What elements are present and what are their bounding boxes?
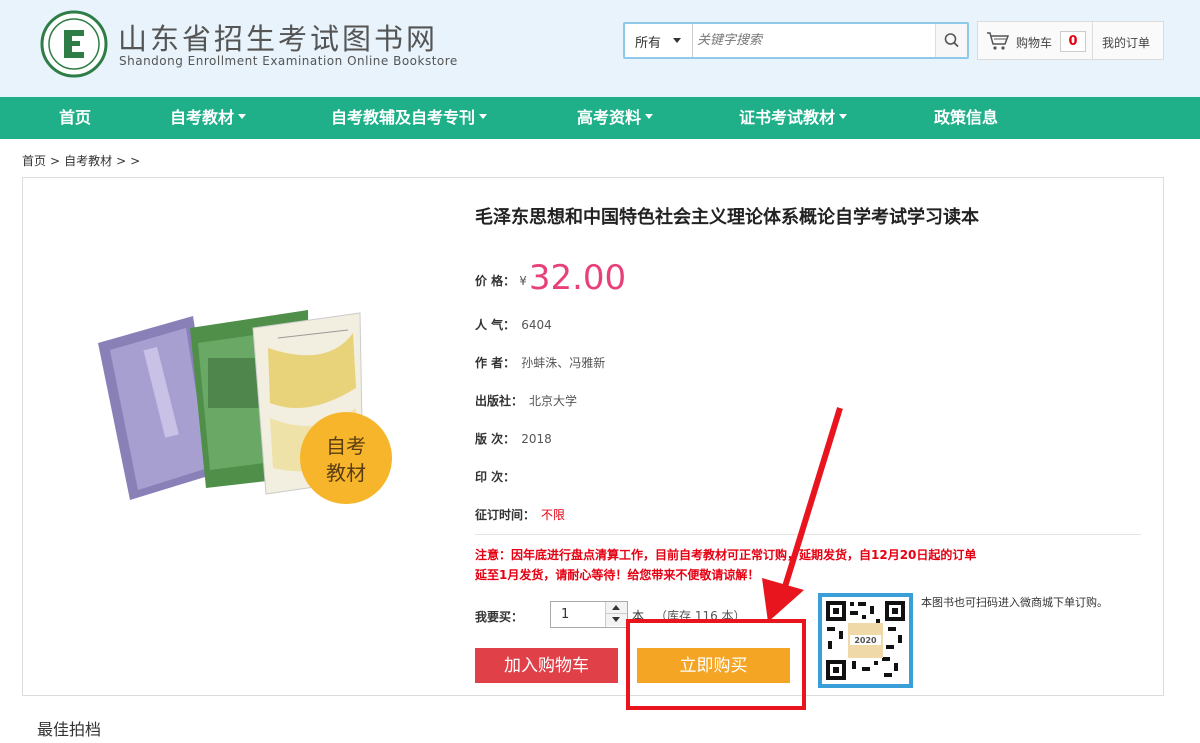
order-time-label: 征订时间： (475, 508, 536, 522)
breadcrumb-separator: > (130, 154, 141, 168)
edition-label: 版 次： (475, 432, 516, 446)
quantity-value[interactable]: 1 (561, 607, 569, 622)
best-match-heading: 最佳拍档 (37, 720, 102, 739)
product-title: 毛泽东思想和中国特色社会主义理论体系概论自学考试学习读本 (475, 207, 979, 228)
printing-label: 印 次： (475, 470, 516, 484)
author-value: 孙蚌洙、冯雅新 (521, 356, 606, 370)
search-button[interactable] (935, 24, 967, 57)
cart-divider (1092, 22, 1093, 59)
book-cover-image: 自考 教材 (98, 310, 392, 504)
chevron-down-icon (238, 114, 247, 119)
nav-item-label: 高考资料 (577, 108, 642, 127)
edition-row: 版 次： 2018 (475, 430, 552, 447)
add-to-cart-button[interactable]: 加入购物车 (475, 648, 618, 683)
printing-row: 印 次： (475, 468, 521, 485)
nav-item-label: 证书考试教材 (739, 108, 836, 127)
publisher-row: 出版社： 北京大学 (475, 392, 577, 409)
chevron-down-icon (673, 38, 681, 43)
publisher-label: 出版社： (475, 394, 524, 408)
cart-count-badge: 0 (1060, 31, 1086, 52)
site-logo-icon[interactable] (40, 10, 108, 78)
chevron-down-icon (645, 114, 654, 119)
cover-badge-line2: 教材 (326, 461, 366, 485)
annotation-highlight-box (626, 619, 806, 710)
site-subtitle: Shandong Enrollment Examination Online B… (119, 54, 458, 68)
qr-caption: 本图书也可扫码进入微商城下单订购。 (921, 596, 1108, 609)
nav-item-label: 政策信息 (934, 108, 999, 127)
search-category-label: 所有 (635, 36, 662, 51)
search-bar: 所有 (623, 22, 969, 59)
popularity-row: 人 气： 6404 (475, 316, 552, 333)
breadcrumb-category[interactable]: 自考教材 (64, 154, 112, 168)
search-icon (944, 33, 959, 48)
author-row: 作 者： 孙蚌洙、冯雅新 (475, 354, 605, 371)
my-orders-link[interactable]: 我的订单 (1102, 34, 1150, 51)
site-header: 山东省招生考试图书网 Shandong Enrollment Examinati… (0, 0, 1200, 97)
nav-item-certificate-textbooks[interactable]: 证书考试教材 (739, 97, 848, 139)
popularity-label: 人 气： (475, 318, 516, 332)
quantity-label: 我要买： (475, 610, 524, 624)
publisher-value: 北京大学 (529, 394, 578, 408)
decrement-arrow-icon[interactable] (606, 614, 627, 626)
price-row: 价 格： ¥32.00 (475, 258, 626, 298)
search-input[interactable] (697, 28, 933, 53)
site-title: 山东省招生考试图书网 (118, 22, 439, 56)
svg-text:2020: 2020 (854, 636, 877, 645)
breadcrumb-separator: > (50, 154, 61, 168)
nav-item-label: 自考教辅及自考专刊 (331, 108, 476, 127)
breadcrumb-home[interactable]: 首页 (22, 154, 46, 168)
nav-item-self-study-textbooks[interactable]: 自考教材 (170, 97, 247, 139)
cover-badge-line1: 自考 (326, 434, 366, 458)
product-panel: 自考 教材 毛泽东思想和中国特色社会主义理论体系概论自学考试学习读本 价 格： ¥… (22, 177, 1164, 696)
breadcrumb: 首页 > 自考教材 > > (22, 152, 144, 169)
shopping-cart-icon[interactable] (986, 31, 1010, 51)
author-label: 作 者： (475, 356, 516, 370)
order-time-value: 不限 (541, 508, 566, 522)
order-time-row: 征订时间： 不限 (475, 506, 565, 523)
popularity-value: 6404 (521, 318, 552, 332)
chevron-down-icon (479, 114, 488, 119)
nav-item-gaokao-materials[interactable]: 高考资料 (577, 97, 654, 139)
chevron-down-icon (839, 114, 848, 119)
quantity-stepper[interactable]: 1 (550, 601, 628, 628)
price-value: 32.00 (528, 258, 627, 298)
nav-item-label: 自考教材 (170, 108, 235, 127)
increment-arrow-icon[interactable] (606, 602, 627, 614)
cart-link[interactable]: 购物车 (1016, 34, 1052, 51)
cart-widget: 购物车 0 我的订单 (977, 21, 1164, 60)
price-currency: ¥ (519, 274, 527, 288)
main-nav: 首页 自考教材 自考教辅及自考专刊 高考资料 证书考试教材 政策信息 (0, 97, 1200, 139)
edition-value: 2018 (521, 432, 552, 446)
nav-item-self-study-aids[interactable]: 自考教辅及自考专刊 (331, 97, 488, 139)
price-label: 价 格： (475, 274, 516, 288)
quantity-spinner (605, 602, 627, 627)
breadcrumb-separator: > (116, 154, 127, 168)
annotation-arrow-icon (762, 407, 843, 622)
nav-item-policy-info[interactable]: 政策信息 (934, 97, 998, 139)
nav-item-label: 首页 (59, 108, 92, 127)
nav-item-home[interactable]: 首页 (59, 97, 91, 139)
search-category-select[interactable]: 所有 (625, 24, 693, 57)
